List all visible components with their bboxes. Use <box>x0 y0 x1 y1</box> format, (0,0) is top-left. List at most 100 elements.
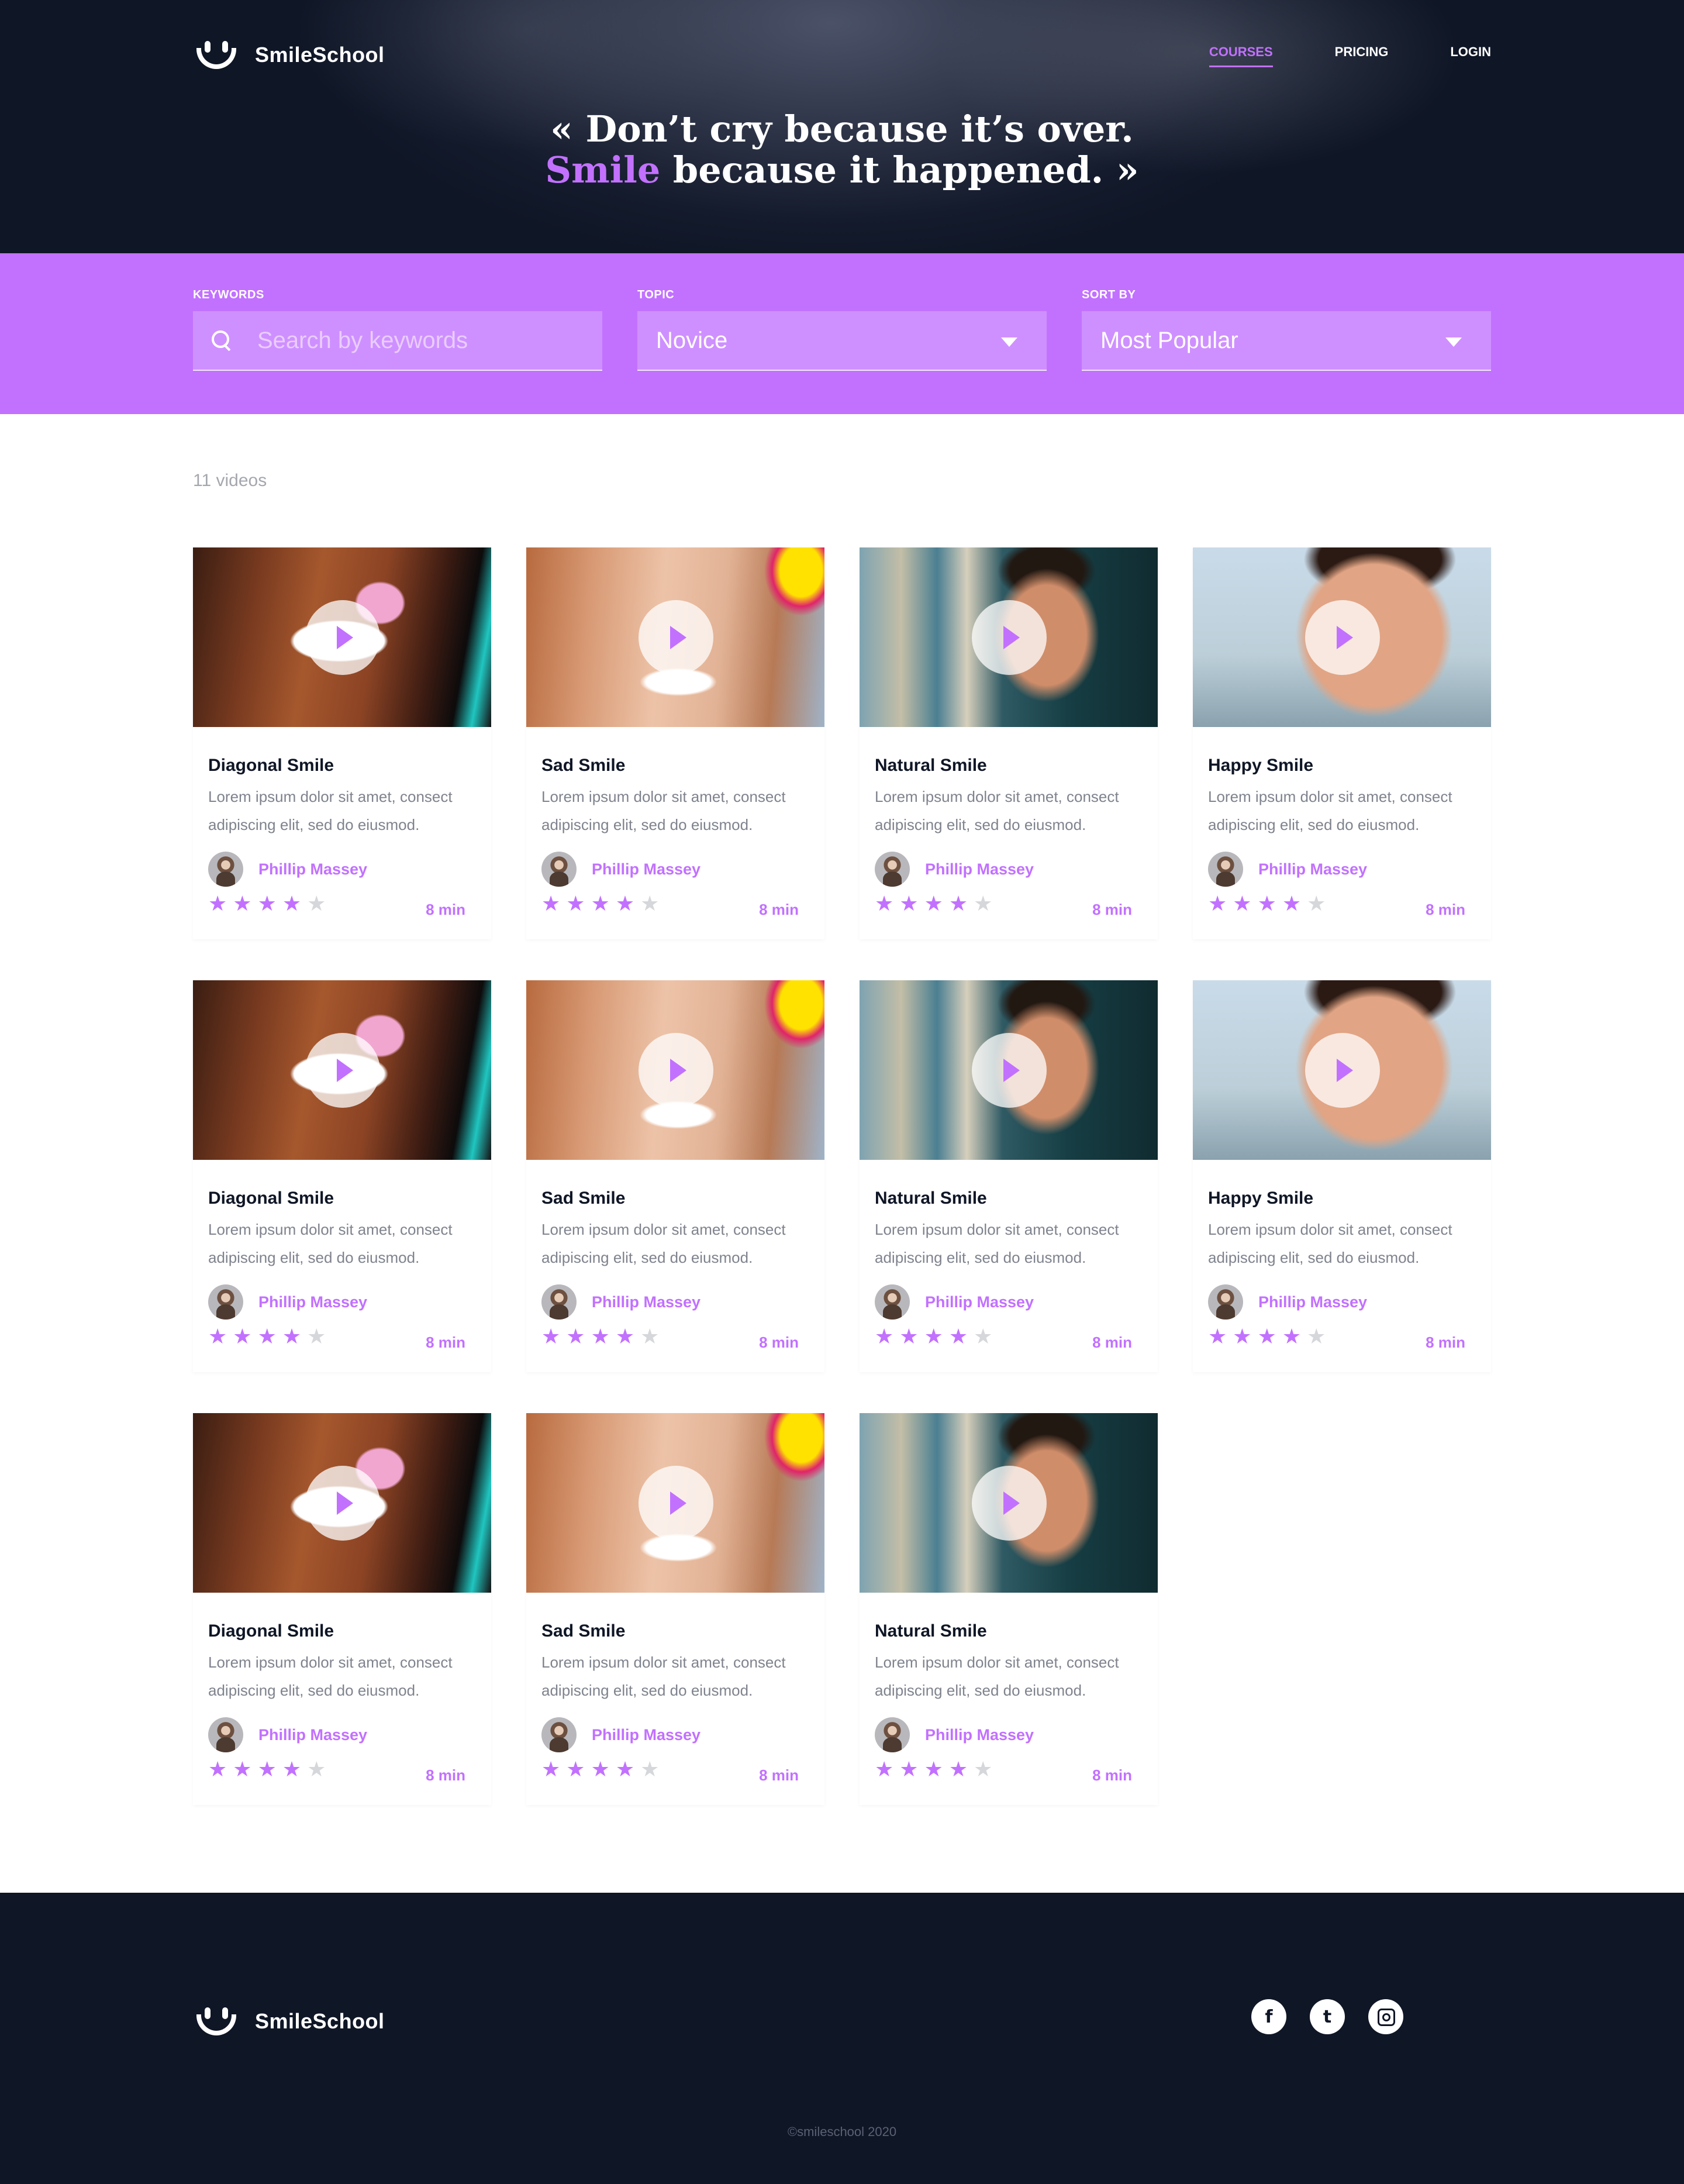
video-author[interactable]: Phillip Massey <box>208 1284 367 1320</box>
star-filled-icon: ★ <box>1282 892 1302 916</box>
play-icon[interactable] <box>639 1466 713 1541</box>
video-title[interactable]: Diagonal Smile <box>208 756 334 776</box>
search-input[interactable] <box>257 327 561 354</box>
video-card[interactable]: Natural Smile Lorem ipsum dolor sit amet… <box>860 547 1158 939</box>
video-thumbnail[interactable] <box>860 980 1158 1160</box>
video-card[interactable]: Sad Smile Lorem ipsum dolor sit amet, co… <box>526 1413 824 1805</box>
video-card[interactable]: Sad Smile Lorem ipsum dolor sit amet, co… <box>526 547 824 939</box>
author-name[interactable]: Phillip Massey <box>592 1726 700 1744</box>
play-icon[interactable] <box>639 600 713 675</box>
author-name[interactable]: Phillip Massey <box>925 860 1034 879</box>
video-title[interactable]: Happy Smile <box>1208 1189 1313 1208</box>
video-thumbnail[interactable] <box>526 1413 824 1593</box>
author-name[interactable]: Phillip Massey <box>592 860 700 879</box>
video-card[interactable]: Happy Smile Lorem ipsum dolor sit amet, … <box>1193 547 1491 939</box>
video-card[interactable]: Diagonal Smile Lorem ipsum dolor sit ame… <box>193 980 491 1372</box>
video-card[interactable]: Diagonal Smile Lorem ipsum dolor sit ame… <box>193 1413 491 1805</box>
brand-logo[interactable]: SmileSchool <box>193 37 385 73</box>
video-author[interactable]: Phillip Massey <box>208 852 367 887</box>
author-name[interactable]: Phillip Massey <box>925 1293 1034 1311</box>
video-author[interactable]: Phillip Massey <box>875 852 1034 887</box>
play-icon[interactable] <box>305 600 380 675</box>
footer-logo[interactable]: SmileSchool <box>193 2004 385 2039</box>
video-author[interactable]: Phillip Massey <box>875 1284 1034 1320</box>
facebook-icon[interactable]: f <box>1251 1999 1286 2034</box>
video-thumbnail[interactable] <box>193 1413 491 1593</box>
video-title[interactable]: Natural Smile <box>875 756 987 776</box>
video-card[interactable]: Natural Smile Lorem ipsum dolor sit amet… <box>860 980 1158 1372</box>
video-title[interactable]: Sad Smile <box>541 1621 625 1641</box>
author-name[interactable]: Phillip Massey <box>1258 860 1367 879</box>
topic-selected-value: Novice <box>656 327 728 353</box>
star-rating: ★ ★ ★ ★ ★ <box>875 1327 998 1348</box>
instagram-icon[interactable] <box>1368 1999 1403 2034</box>
author-name[interactable]: Phillip Massey <box>1258 1293 1367 1311</box>
video-title[interactable]: Diagonal Smile <box>208 1189 334 1208</box>
video-author[interactable]: Phillip Massey <box>1208 852 1367 887</box>
author-name[interactable]: Phillip Massey <box>258 1726 367 1744</box>
video-card[interactable]: Diagonal Smile Lorem ipsum dolor sit ame… <box>193 547 491 939</box>
video-title[interactable]: Sad Smile <box>541 1189 625 1208</box>
author-avatar <box>208 852 243 887</box>
video-duration: 8 min <box>1426 901 1465 918</box>
topic-select[interactable]: Novice <box>637 311 1047 371</box>
play-icon[interactable] <box>305 1033 380 1108</box>
star-empty-icon: ★ <box>307 1758 326 1782</box>
star-filled-icon: ★ <box>1282 1325 1302 1349</box>
smiley-logo-icon <box>193 37 240 73</box>
star-filled-icon: ★ <box>615 1758 635 1782</box>
video-title[interactable]: Sad Smile <box>541 756 625 776</box>
video-card[interactable]: Happy Smile Lorem ipsum dolor sit amet, … <box>1193 980 1491 1372</box>
author-name[interactable]: Phillip Massey <box>258 860 367 879</box>
star-filled-icon: ★ <box>615 892 635 916</box>
video-title[interactable]: Natural Smile <box>875 1621 987 1641</box>
video-thumbnail[interactable] <box>193 980 491 1160</box>
star-rating: ★ ★ ★ ★ ★ <box>1208 894 1331 915</box>
star-filled-icon: ★ <box>899 1325 919 1349</box>
play-icon[interactable] <box>639 1033 713 1108</box>
author-name[interactable]: Phillip Massey <box>592 1293 700 1311</box>
play-icon[interactable] <box>972 1033 1047 1108</box>
play-icon[interactable] <box>305 1466 380 1541</box>
video-title[interactable]: Happy Smile <box>1208 756 1313 776</box>
video-author[interactable]: Phillip Massey <box>541 1284 700 1320</box>
video-author[interactable]: Phillip Massey <box>541 852 700 887</box>
author-name[interactable]: Phillip Massey <box>258 1293 367 1311</box>
nav-pricing-link[interactable]: PRICING <box>1335 44 1389 67</box>
video-title[interactable]: Diagonal Smile <box>208 1621 334 1641</box>
footer-brand-name: SmileSchool <box>255 2009 385 2033</box>
video-thumbnail[interactable] <box>860 1413 1158 1593</box>
sort-label: SORT BY <box>1082 288 1136 301</box>
play-icon[interactable] <box>1305 1033 1380 1108</box>
author-name[interactable]: Phillip Massey <box>925 1726 1034 1744</box>
video-duration: 8 min <box>759 901 799 918</box>
video-description: Lorem ipsum dolor sit amet, consect adip… <box>541 1653 786 1699</box>
play-icon[interactable] <box>972 600 1047 675</box>
nav-courses-link[interactable]: COURSES <box>1209 44 1273 67</box>
author-avatar <box>875 1717 910 1752</box>
nav-login-link[interactable]: LOGIN <box>1450 44 1491 67</box>
star-filled-icon: ★ <box>1208 892 1227 916</box>
sort-select[interactable]: Most Popular <box>1082 311 1491 371</box>
author-avatar <box>208 1717 243 1752</box>
keywords-field[interactable] <box>193 311 602 371</box>
video-author[interactable]: Phillip Massey <box>1208 1284 1367 1320</box>
video-thumbnail[interactable] <box>193 547 491 727</box>
video-card[interactable]: Sad Smile Lorem ipsum dolor sit amet, co… <box>526 980 824 1372</box>
video-description: Lorem ipsum dolor sit amet, consect adip… <box>541 788 786 833</box>
star-empty-icon: ★ <box>1307 892 1326 916</box>
video-thumbnail[interactable] <box>1193 547 1491 727</box>
video-thumbnail[interactable] <box>860 547 1158 727</box>
video-thumbnail[interactable] <box>1193 980 1491 1160</box>
video-author[interactable]: Phillip Massey <box>541 1717 700 1752</box>
video-title[interactable]: Natural Smile <box>875 1189 987 1208</box>
video-thumbnail[interactable] <box>526 547 824 727</box>
video-thumbnail[interactable] <box>526 980 824 1160</box>
play-icon[interactable] <box>972 1466 1047 1541</box>
star-filled-icon: ★ <box>948 1758 968 1782</box>
play-icon[interactable] <box>1305 600 1380 675</box>
video-author[interactable]: Phillip Massey <box>875 1717 1034 1752</box>
video-card[interactable]: Natural Smile Lorem ipsum dolor sit amet… <box>860 1413 1158 1805</box>
video-author[interactable]: Phillip Massey <box>208 1717 367 1752</box>
twitter-icon[interactable]: t <box>1310 1999 1345 2034</box>
